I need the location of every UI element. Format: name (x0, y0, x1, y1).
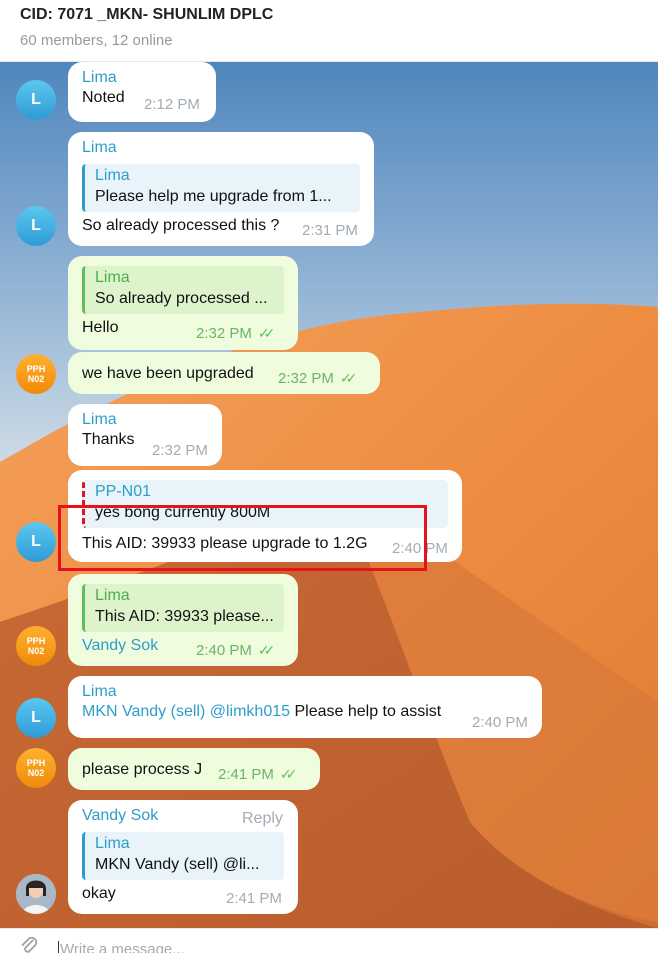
avatar-pph-n02[interactable]: PPH N02 (16, 354, 56, 394)
message-time: 2:31 PM (302, 222, 358, 239)
message-time: 2:32 PM ✓✓ (196, 325, 276, 342)
message-time: 2:40 PM (472, 714, 528, 731)
quote-sender: Lima (95, 835, 130, 852)
quote-sender: Lima (95, 167, 130, 184)
avatar-label: PPH (26, 758, 46, 768)
avatar-initial: L (31, 91, 41, 108)
message-sender[interactable]: Lima (82, 68, 202, 88)
message-text: we have been upgraded (82, 365, 254, 382)
quote-sender: PP-N01 (95, 483, 152, 500)
chat-member-count: 60 members, 12 online (20, 32, 173, 49)
message-time: 2:12 PM (144, 96, 200, 113)
avatar-initial: L (31, 217, 41, 234)
avatar-initial: L (31, 533, 41, 550)
message-bubble[interactable]: Lima Lima Please help me upgrade from 1.… (68, 132, 374, 246)
avatar-label: N02 (27, 768, 45, 778)
message-text: okay (82, 885, 116, 902)
message-text: please process J (82, 761, 203, 778)
avatar-label: PPH (26, 364, 46, 374)
avatar-label: PPH (26, 636, 46, 646)
avatar-lima[interactable]: L (16, 522, 56, 562)
message-text: Thanks (82, 431, 135, 448)
avatar-pph-n02[interactable]: PPH N02 (16, 748, 56, 788)
message-text: Hello (82, 319, 119, 336)
message-time: 2:32 PM ✓✓ (278, 370, 358, 387)
message-sender[interactable]: Lima (82, 138, 360, 158)
quote-text: So already processed ... (95, 290, 268, 307)
message-bubble[interactable]: Vandy Sok Reply Lima MKN Vandy (sell) @l… (68, 800, 298, 914)
avatar-lima[interactable]: L (16, 206, 56, 246)
message-bubble-outgoing[interactable]: Lima So already processed ... Hello 2:32… (68, 256, 298, 350)
user-photo-icon (16, 874, 56, 914)
avatar-vandy-sok[interactable] (16, 874, 56, 914)
message-text: Noted (82, 89, 125, 106)
avatar-initial: L (31, 709, 41, 726)
message-bubble[interactable]: Lima Noted 2:12 PM (68, 62, 216, 122)
message-sender[interactable]: Lima (82, 410, 208, 430)
quote-text: MKN Vandy (sell) @li... (95, 856, 260, 873)
message-time: 2:40 PM (392, 540, 448, 557)
message-time: 2:41 PM (226, 890, 282, 907)
message-text: This AID: 39933 please upgrade to 1.2G (82, 535, 368, 552)
reply-quote[interactable]: Lima MKN Vandy (sell) @li... (82, 832, 284, 880)
chat-header[interactable]: CID: 7071 _MKN- SHUNLIM DPLC 60 members,… (0, 0, 658, 62)
reply-quote[interactable]: Lima This AID: 39933 please... (82, 584, 284, 632)
avatar-lima[interactable]: L (16, 698, 56, 738)
message-bubble-outgoing[interactable]: Lima This AID: 39933 please... Vandy Sok… (68, 574, 298, 666)
double-check-icon: ✓✓ (257, 642, 276, 658)
message-bubble[interactable]: Lima Thanks 2:32 PM (68, 404, 222, 466)
avatar-label: N02 (27, 374, 45, 384)
double-check-icon: ✓✓ (339, 370, 358, 386)
message-sender[interactable]: Lima (82, 682, 528, 702)
quote-text: This AID: 39933 please... (95, 608, 274, 625)
message-input[interactable]: Write a message... (60, 941, 185, 953)
quote-sender: Lima (95, 269, 130, 286)
message-time: 2:32 PM (152, 442, 208, 459)
mention-link[interactable]: @limkh015 (210, 703, 290, 720)
reply-quote[interactable]: Lima Please help me upgrade from 1... (82, 164, 360, 212)
reply-button[interactable]: Reply (242, 810, 283, 828)
message-bubble-outgoing[interactable]: please process J 2:41 PM ✓✓ (68, 748, 320, 790)
avatar-label: N02 (27, 646, 45, 656)
double-check-icon: ✓✓ (257, 325, 276, 341)
message-composer[interactable]: Write a message... (0, 928, 658, 953)
reply-quote[interactable]: PP-N01 yes bong currently 800M (82, 480, 448, 528)
attach-icon[interactable] (18, 935, 40, 953)
mention-link[interactable]: MKN Vandy (sell) (82, 703, 205, 720)
mention-link[interactable]: Vandy Sok (82, 636, 158, 656)
avatar-lima[interactable]: L (16, 80, 56, 120)
quote-text: Please help me upgrade from 1... (95, 188, 332, 205)
message-bubble[interactable]: Lima MKN Vandy (sell) @limkh015 Please h… (68, 676, 542, 738)
message-time: 2:41 PM ✓✓ (218, 766, 298, 783)
quote-sender: Lima (95, 587, 130, 604)
message-time: 2:40 PM ✓✓ (196, 642, 276, 659)
chat-title[interactable]: CID: 7071 _MKN- SHUNLIM DPLC (20, 6, 273, 24)
text-caret (58, 941, 59, 953)
message-text: Please help to assist (294, 703, 442, 720)
message-bubble[interactable]: PP-N01 yes bong currently 800M This AID:… (68, 470, 462, 562)
quote-text: yes bong currently 800M (95, 504, 271, 521)
reply-quote[interactable]: Lima So already processed ... (82, 266, 284, 314)
message-bubble-outgoing[interactable]: we have been upgraded 2:32 PM ✓✓ (68, 352, 380, 394)
double-check-icon: ✓✓ (279, 766, 298, 782)
message-text: So already processed this ? (82, 217, 280, 234)
avatar-pph-n02[interactable]: PPH N02 (16, 626, 56, 666)
